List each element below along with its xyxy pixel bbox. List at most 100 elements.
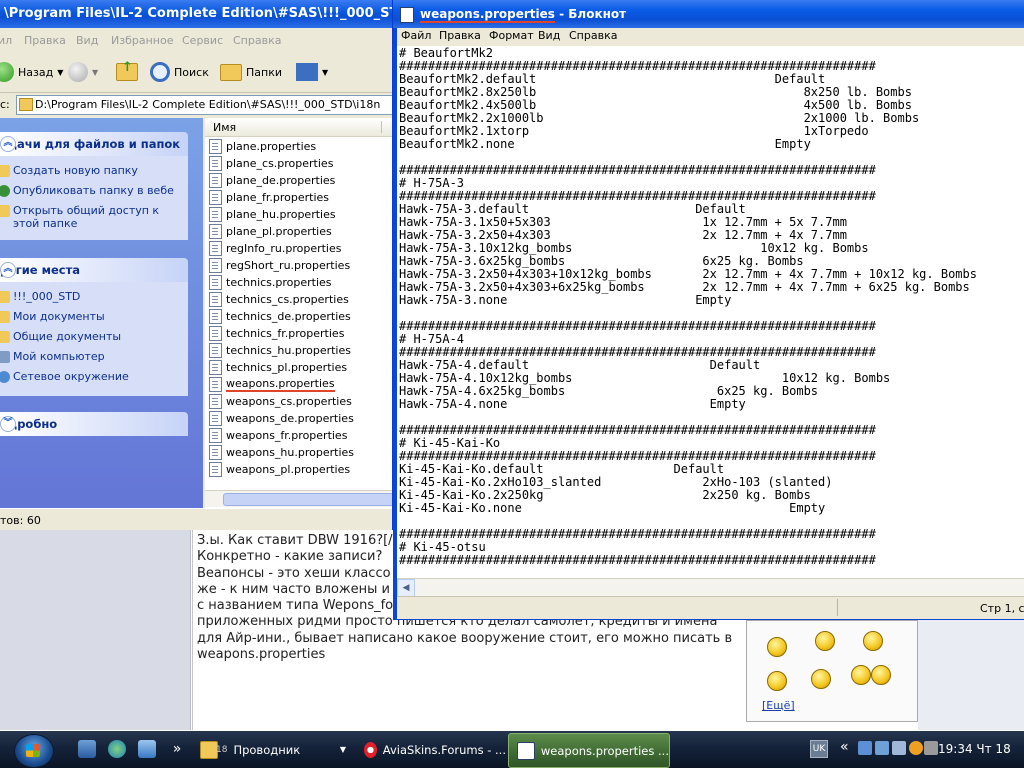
windows-orb-icon[interactable]: [14, 734, 54, 768]
task-notepad[interactable]: weapons.properties ...: [508, 733, 670, 768]
tray-expand-icon[interactable]: «: [840, 739, 849, 755]
more-smilies-link[interactable]: [Ещё]: [762, 699, 795, 712]
folders-button[interactable]: Папки: [220, 61, 282, 83]
file-row[interactable]: plane_de.properties: [209, 172, 335, 189]
network-icon[interactable]: [875, 741, 889, 755]
file-icon: [209, 139, 222, 154]
search-button[interactable]: Поиск: [150, 61, 209, 83]
explorer-titlebar[interactable]: \Program Files\IL-2 Complete Edition\#SA…: [0, 0, 392, 28]
file-row[interactable]: regInfo_ru.properties: [209, 240, 341, 257]
place-item[interactable]: !!!_000_STD: [0, 290, 80, 303]
address-bar: с: D:\Program Files\IL-2 Complete Editio…: [0, 94, 392, 116]
column-separator[interactable]: [381, 121, 382, 133]
menu-file[interactable]: ил: [0, 34, 12, 47]
file-name: technics_pl.properties: [226, 361, 348, 374]
file-row[interactable]: regShort_ru.properties: [209, 257, 350, 274]
menu-help[interactable]: Справка: [569, 29, 617, 42]
menu-file[interactable]: Файл: [401, 29, 431, 42]
task-opera[interactable]: AviaSkins.Forums - ...: [358, 733, 506, 766]
place-item[interactable]: Мои документы: [0, 310, 105, 323]
file-row[interactable]: weapons_hu.properties: [209, 444, 354, 461]
task-new-folder[interactable]: Создать новую папку: [0, 164, 138, 177]
explorer-statusbar: тов: 60: [0, 508, 392, 530]
network-icon[interactable]: [858, 741, 872, 755]
up-folder-icon: ↑: [116, 60, 138, 81]
smiley-icon[interactable]: [871, 665, 891, 685]
horizontal-scrollbar[interactable]: ◀: [397, 578, 1024, 598]
place-item[interactable]: Общие документы: [0, 330, 121, 343]
menu-view[interactable]: Вид: [76, 34, 98, 47]
quicklaunch-more-icon[interactable]: »: [168, 740, 186, 758]
smiley-icon[interactable]: [767, 671, 787, 691]
task-share-folder[interactable]: Открыть общий доступ к этой папке: [0, 204, 178, 230]
menu-favorites[interactable]: Избранное: [111, 34, 173, 47]
file-row[interactable]: plane_hu.properties: [209, 206, 336, 223]
folder-icon: [19, 98, 33, 111]
smiley-icon[interactable]: [851, 665, 871, 685]
file-tasks-header[interactable]: адачи для файлов и папок ︽: [0, 132, 188, 156]
address-input[interactable]: D:\Program Files\IL-2 Complete Edition\#…: [16, 95, 392, 115]
internet-icon[interactable]: [108, 740, 126, 758]
place-item[interactable]: Мой компьютер: [0, 350, 105, 363]
views-button[interactable]: ▼: [296, 61, 328, 83]
show-desktop-icon[interactable]: [78, 740, 96, 758]
snap-icon[interactable]: [138, 740, 156, 758]
file-icon: [209, 445, 222, 460]
scrollbar-thumb[interactable]: [223, 493, 392, 506]
my-documents-icon: [0, 311, 10, 323]
tray-app-icon[interactable]: [909, 741, 923, 755]
file-name: technics_fr.properties: [226, 327, 345, 340]
forward-button[interactable]: ▼: [68, 61, 98, 83]
menu-edit[interactable]: Правка: [439, 29, 481, 42]
file-row[interactable]: technics_pl.properties: [209, 359, 347, 376]
share-folder-icon: [0, 205, 10, 217]
horizontal-scrollbar[interactable]: [205, 490, 392, 507]
text-editor[interactable]: # BeaufortMk2 ##########################…: [397, 46, 1024, 578]
file-row[interactable]: technics_fr.properties: [209, 325, 344, 342]
smiley-icon[interactable]: [811, 669, 831, 689]
task-label: Проводник: [233, 742, 301, 757]
menu-format[interactable]: Формат: [489, 29, 534, 42]
file-row[interactable]: weapons.properties: [209, 376, 335, 393]
file-row[interactable]: technics_de.properties: [209, 308, 351, 325]
language-indicator[interactable]: UK: [810, 740, 828, 758]
back-button[interactable]: Назад ▼: [0, 61, 63, 83]
menu-edit[interactable]: Правка: [24, 34, 66, 47]
file-row[interactable]: plane_pl.properties: [209, 223, 332, 240]
file-row[interactable]: plane_cs.properties: [209, 155, 333, 172]
file-row[interactable]: technics.properties: [209, 274, 332, 291]
clock[interactable]: 19:34 Чт 18: [938, 742, 1011, 756]
object-count: тов: 60: [0, 514, 41, 527]
file-row[interactable]: plane_fr.properties: [209, 189, 329, 206]
file-row[interactable]: technics_cs.properties: [209, 291, 349, 308]
file-icon: [209, 462, 222, 477]
place-label: !!!_000_STD: [13, 290, 81, 303]
explorer-menubar: ил Правка Вид Избранное Сервис Справка: [0, 30, 392, 50]
menu-tools[interactable]: Сервис: [182, 34, 223, 47]
file-row[interactable]: weapons_de.properties: [209, 410, 354, 427]
task-explorer[interactable]: 18 Проводник ▼: [196, 733, 352, 766]
task-publish-web[interactable]: Опубликовать папку в вебе: [0, 184, 174, 197]
notepad-menubar: Файл Правка Формат Вид Справка: [397, 28, 1024, 46]
place-item[interactable]: Сетевое окружение: [0, 370, 129, 383]
smiley-icon[interactable]: [863, 631, 883, 651]
notepad-titlebar[interactable]: weapons.properties - Блокнот: [393, 0, 1024, 28]
notepad-icon: [400, 7, 414, 23]
up-folder-button[interactable]: ↑: [116, 60, 138, 83]
file-name: plane_cs.properties: [226, 157, 334, 170]
file-row[interactable]: weapons_pl.properties: [209, 461, 350, 478]
file-row[interactable]: plane.properties: [209, 138, 316, 155]
tray-app-icon[interactable]: [892, 741, 906, 755]
cursor-position: Стр 1, ст: [980, 602, 1024, 615]
smiley-icon[interactable]: [815, 631, 835, 651]
other-places-header[interactable]: ругие места ︽: [0, 258, 188, 282]
details-header[interactable]: одробно ︾: [0, 412, 188, 436]
file-row[interactable]: weapons_cs.properties: [209, 393, 352, 410]
file-row[interactable]: technics_hu.properties: [209, 342, 351, 359]
menu-help[interactable]: Справка: [233, 34, 281, 47]
smiley-icon[interactable]: [767, 637, 787, 657]
name-column-header[interactable]: Имя: [205, 118, 392, 137]
file-row[interactable]: weapons_fr.properties: [209, 427, 347, 444]
menu-view[interactable]: Вид: [538, 29, 560, 42]
volume-icon[interactable]: [924, 741, 938, 755]
